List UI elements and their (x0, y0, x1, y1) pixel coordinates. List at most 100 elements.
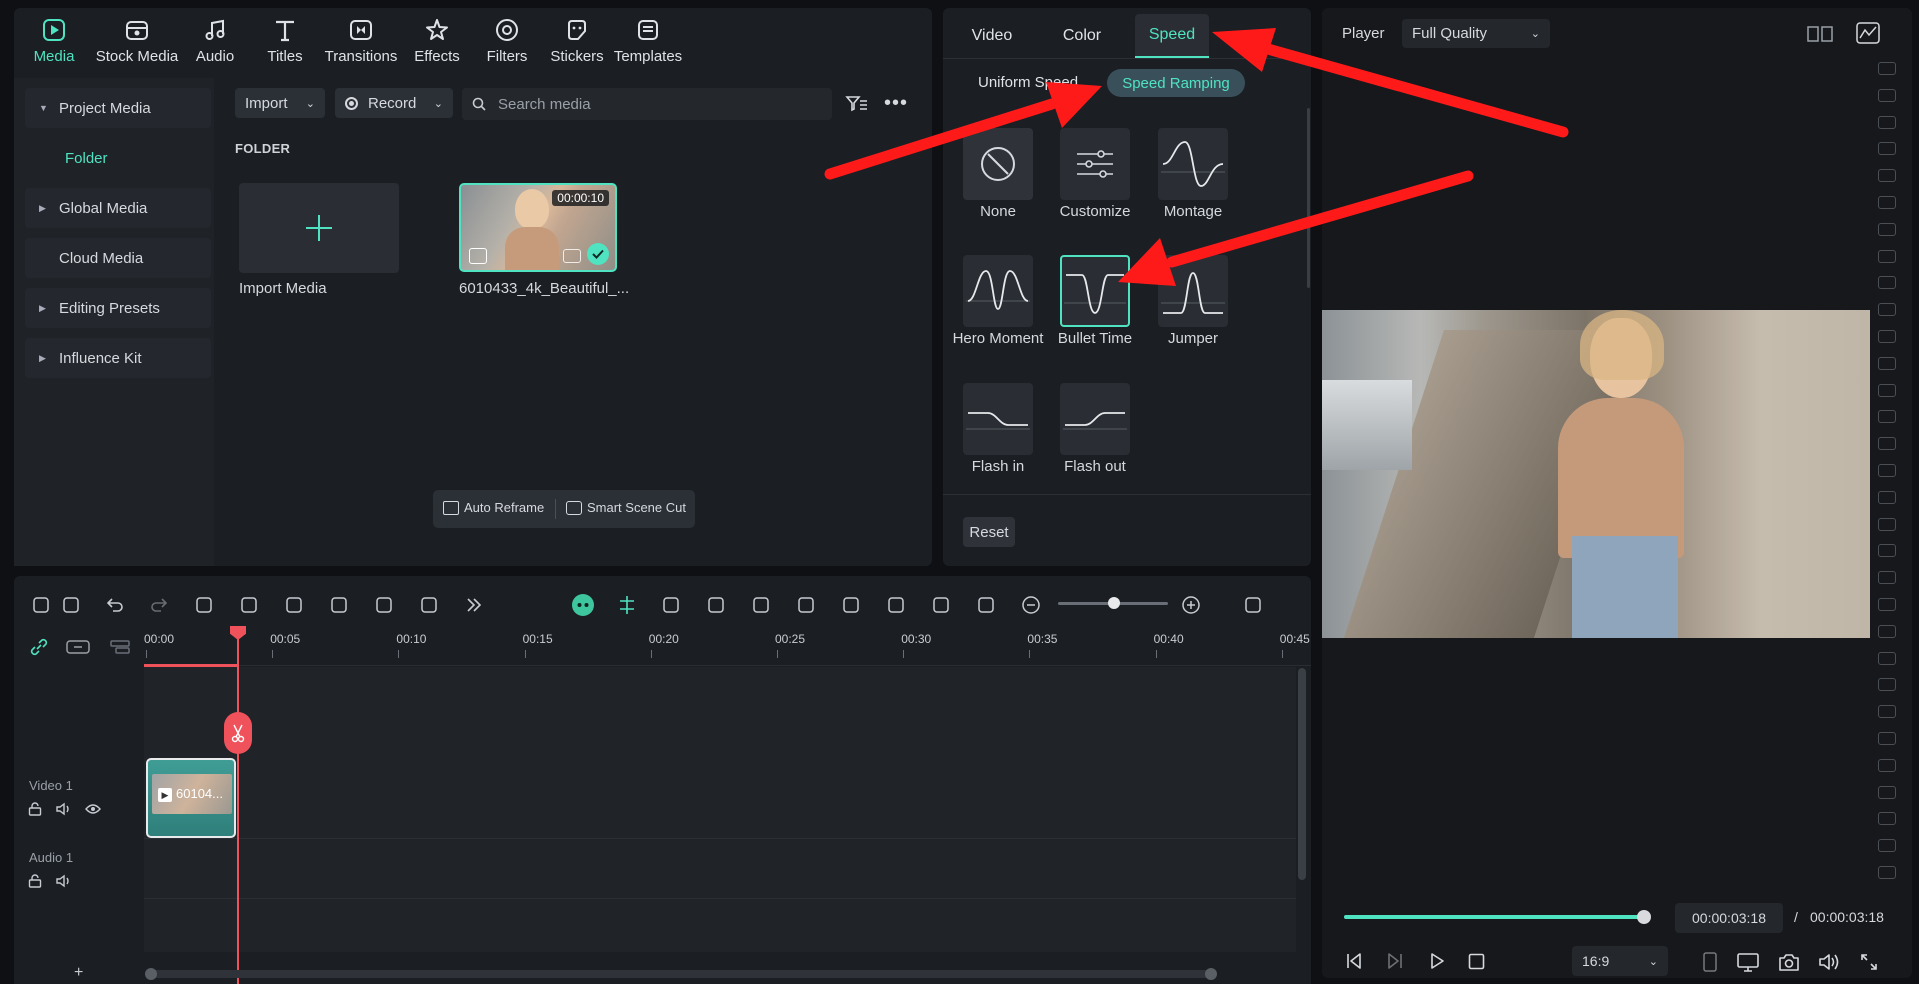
more-options-icon[interactable]: ••• (884, 92, 908, 115)
stop-icon[interactable] (1468, 953, 1485, 970)
undo-icon[interactable] (102, 592, 128, 618)
fullscreen-icon[interactable] (1860, 953, 1878, 971)
crop-icon[interactable] (281, 592, 307, 618)
select-tool-icon[interactable] (58, 592, 84, 618)
scroll-handle-right[interactable] (1205, 968, 1217, 980)
link-icon[interactable] (29, 637, 49, 657)
snapshot-icon[interactable] (1778, 952, 1800, 972)
lock-icon[interactable] (28, 802, 42, 816)
tab-media[interactable]: Media (14, 8, 94, 72)
speed-icon[interactable] (748, 592, 774, 618)
zoom-out-icon[interactable] (1018, 592, 1044, 618)
sidebar-item-cloud-media[interactable]: Cloud Media (25, 238, 211, 278)
playback-progress-track[interactable] (1344, 910, 1651, 924)
display-settings-icon[interactable] (1736, 952, 1760, 972)
more-tools-icon[interactable] (461, 592, 487, 618)
text-icon[interactable] (326, 592, 352, 618)
import-dropdown[interactable]: Import ⌄ (235, 88, 325, 118)
preset-flash-out[interactable] (1060, 383, 1130, 455)
preset-montage[interactable] (1158, 128, 1228, 200)
import-media-tile[interactable] (239, 183, 399, 273)
delete-icon[interactable] (191, 592, 217, 618)
smart-scene-cut-button[interactable]: Smart Scene Cut (566, 500, 686, 515)
subtab-uniform-speed[interactable]: Uniform Speed (978, 74, 1078, 91)
lock-icon[interactable] (28, 874, 42, 888)
tab-speed[interactable]: Speed (1135, 14, 1209, 58)
mark-icon[interactable] (1703, 952, 1717, 972)
current-time-box[interactable]: 00:00:03:18 (1675, 903, 1783, 933)
filter-sort-icon[interactable] (845, 93, 869, 115)
timeline-settings-icon[interactable] (1240, 592, 1266, 618)
eye-icon[interactable] (85, 803, 101, 815)
track-manager-icon[interactable] (110, 639, 130, 655)
reset-button[interactable]: Reset (963, 517, 1015, 547)
playback-progress-handle[interactable] (1637, 910, 1651, 924)
timeline-tracks-area[interactable] (144, 667, 1296, 952)
redo-icon[interactable] (146, 592, 172, 618)
preset-none[interactable] (963, 128, 1033, 200)
tab-templates[interactable]: Templates (612, 8, 684, 72)
tab-video[interactable]: Video (960, 14, 1024, 58)
zoom-slider[interactable] (1058, 597, 1168, 609)
next-frame-icon[interactable] (1386, 952, 1404, 970)
add-track-link-icon[interactable] (66, 639, 90, 655)
tab-stickers[interactable]: Stickers (542, 8, 612, 72)
preset-flash-in[interactable] (963, 383, 1033, 455)
timeline-ruler[interactable] (144, 626, 1311, 666)
tab-effects[interactable]: Effects (402, 8, 472, 72)
zoom-slider-handle[interactable] (1108, 597, 1120, 609)
tab-color[interactable]: Color (1050, 14, 1114, 58)
add-to-track-icon[interactable] (703, 592, 729, 618)
shape-icon[interactable] (371, 592, 397, 618)
search-input[interactable] (498, 95, 798, 113)
preset-bullet-time[interactable] (1060, 255, 1130, 327)
auto-highlight-icon[interactable] (658, 592, 684, 618)
tab-transitions[interactable]: Transitions (320, 8, 402, 72)
properties-scrollbar[interactable] (1307, 108, 1310, 288)
sidebar-item-folder[interactable]: Folder (25, 138, 211, 178)
stickers-icon (563, 16, 591, 44)
volume-icon[interactable] (1818, 952, 1840, 972)
sidebar-item-project-media[interactable]: ▼ Project Media (25, 88, 211, 128)
cut-icon[interactable] (236, 592, 262, 618)
snap-icon[interactable] (614, 592, 640, 618)
media-clip-thumbnail[interactable]: 00:00:10 (459, 183, 617, 272)
tab-filters[interactable]: Filters (472, 8, 542, 72)
tab-audio[interactable]: Audio (180, 8, 250, 72)
preset-jumper[interactable] (1158, 255, 1228, 327)
chevron-down-icon: ⌄ (433, 97, 443, 110)
quality-dropdown[interactable]: Full Quality ⌄ (1402, 19, 1550, 48)
auto-reframe-button[interactable]: Auto Reframe (443, 500, 544, 515)
scroll-handle-left[interactable] (145, 968, 157, 980)
record-dropdown[interactable]: Record ⌄ (335, 88, 453, 118)
ai-assistant-icon[interactable] (570, 592, 596, 618)
sidebar-item-editing-presets[interactable]: ▶ Editing Presets (25, 288, 211, 328)
aspect-ratio-dropdown[interactable]: 16:9 ⌄ (1572, 946, 1668, 976)
fit-timeline-icon[interactable] (973, 592, 999, 618)
split-scissors-button[interactable] (224, 712, 252, 754)
layout-icon[interactable] (28, 592, 54, 618)
add-track-button[interactable]: + (74, 964, 83, 982)
timeline-horizontal-scrollbar[interactable] (145, 968, 1217, 980)
sidebar-item-global-media[interactable]: ▶ Global Media (25, 188, 211, 228)
previous-frame-icon[interactable] (1345, 952, 1363, 970)
render-preview-icon[interactable] (928, 592, 954, 618)
record-voiceover-icon[interactable] (838, 592, 864, 618)
subtab-speed-ramping[interactable]: Speed Ramping (1107, 69, 1245, 97)
mask-icon[interactable] (416, 592, 442, 618)
compare-view-icon[interactable] (1807, 24, 1833, 44)
timeline-vertical-scrollbar[interactable] (1298, 668, 1306, 880)
sidebar-item-influence-kit[interactable]: ▶ Influence Kit (25, 338, 211, 378)
mute-icon[interactable] (56, 874, 72, 888)
preset-hero-moment[interactable] (963, 255, 1033, 327)
tab-stock-media[interactable]: Stock Media (94, 8, 180, 72)
timeline-video-clip[interactable]: ▶ 60104... (146, 758, 236, 838)
marker-icon[interactable] (793, 592, 819, 618)
mute-icon[interactable] (56, 802, 72, 816)
audio-mixer-icon[interactable] (883, 592, 909, 618)
zoom-in-icon[interactable] (1178, 592, 1204, 618)
scopes-icon[interactable] (1856, 22, 1880, 44)
preset-customize[interactable] (1060, 128, 1130, 200)
tab-titles[interactable]: Titles (250, 8, 320, 72)
play-icon[interactable] (1428, 952, 1446, 970)
